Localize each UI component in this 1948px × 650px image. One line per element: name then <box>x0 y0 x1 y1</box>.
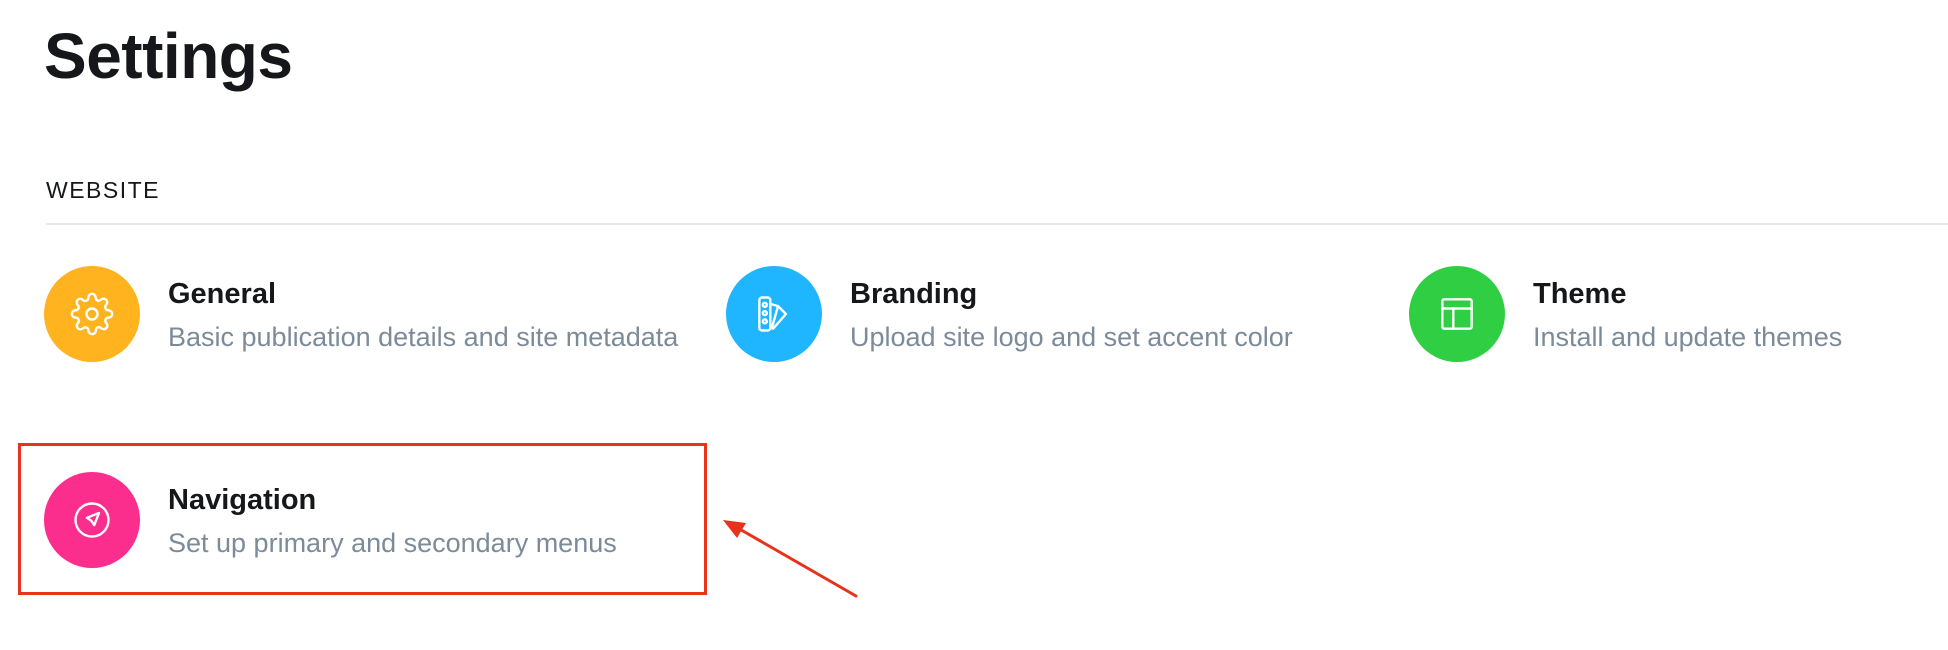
general-icon-badge <box>44 266 140 362</box>
compass-arrow-icon <box>74 502 110 538</box>
settings-item-general[interactable]: General Basic publication details and si… <box>44 266 684 362</box>
theme-title: Theme <box>1533 278 1627 310</box>
branding-title: Branding <box>850 278 978 310</box>
navigation-description: Set up primary and secondary menus <box>168 528 617 558</box>
annotation-arrow <box>723 520 858 598</box>
navigation-icon-badge <box>44 472 140 568</box>
settings-item-theme[interactable]: Theme Install and update themes <box>1409 266 1929 362</box>
branding-icon-badge <box>726 266 822 362</box>
palette-swatch-icon <box>758 296 788 332</box>
general-title: General <box>168 278 276 310</box>
branding-text: Branding Upload site logo and set accent… <box>850 266 1293 356</box>
settings-item-branding[interactable]: Branding Upload site logo and set accent… <box>726 266 1366 362</box>
settings-page: Settings WEBSITE General Basic publicati… <box>0 0 1948 650</box>
general-text: General Basic publication details and si… <box>168 266 678 356</box>
navigation-text: Navigation Set up primary and secondary … <box>168 472 617 562</box>
section-label-website: WEBSITE <box>46 177 161 203</box>
theme-text: Theme Install and update themes <box>1533 266 1842 356</box>
page-title: Settings <box>44 20 293 92</box>
theme-icon-badge <box>1409 266 1505 362</box>
section-divider <box>46 223 1948 225</box>
branding-description: Upload site logo and set accent color <box>850 322 1293 352</box>
layout-icon <box>1441 298 1473 330</box>
gear-icon <box>70 292 114 336</box>
settings-item-navigation[interactable]: Navigation Set up primary and secondary … <box>44 472 684 568</box>
navigation-title: Navigation <box>168 484 317 516</box>
general-description: Basic publication details and site metad… <box>168 322 679 352</box>
theme-description: Install and update themes <box>1533 322 1843 352</box>
